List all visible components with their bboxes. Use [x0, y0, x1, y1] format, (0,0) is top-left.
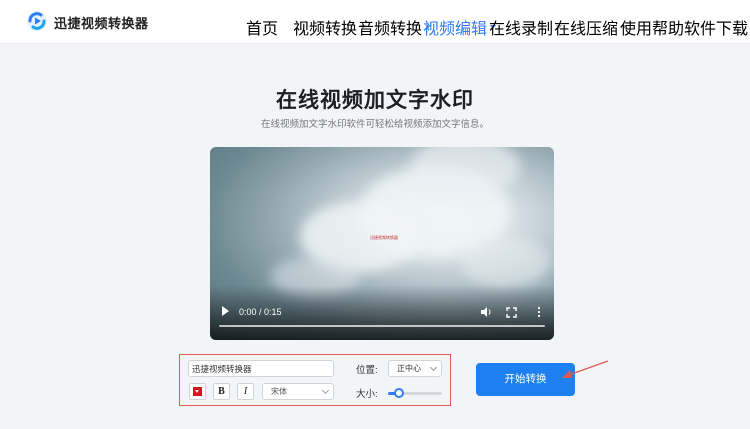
nav-video-convert[interactable]: 视频转换	[293, 15, 367, 39]
font-family-select[interactable]: 宋体	[262, 383, 334, 400]
nav-download[interactable]: 软件下载	[684, 15, 748, 39]
font-family-value: 宋体	[271, 387, 287, 396]
pointer-arrow-icon	[562, 360, 609, 378]
more-options-icon[interactable]	[536, 306, 542, 318]
fullscreen-icon[interactable]	[506, 307, 517, 318]
nav-home[interactable]: 首页	[246, 15, 278, 39]
page-subtitle: 在线视频加文字水印软件可轻松给视频添加文字信息。	[260, 119, 489, 130]
position-value: 正中心	[397, 364, 421, 373]
size-label: 大小:	[356, 389, 378, 400]
italic-button[interactable]: I	[237, 383, 254, 400]
watermark-settings-panel: B I 宋体 位置: 正中心 大小:	[179, 354, 451, 406]
page-title: 在线视频加文字水印	[276, 89, 474, 112]
video-progress-bar[interactable]	[219, 325, 545, 327]
watermark-preview-text: 迅捷视频转换器	[370, 235, 398, 240]
chevron-down-icon	[321, 386, 330, 395]
nav-video-edit[interactable]: 视频编辑	[423, 15, 497, 39]
position-select[interactable]: 正中心	[388, 360, 442, 377]
font-color-button[interactable]	[189, 383, 206, 400]
size-slider-handle[interactable]	[393, 388, 404, 398]
position-label: 位置:	[356, 365, 378, 376]
top-navbar: 迅捷视频转换器 首页 视频转换 音频转换 视频编辑 在线录制 在线压缩 使用帮助…	[0, 0, 750, 44]
app-logo-icon[interactable]	[26, 10, 48, 32]
video-time: 0:00 / 0:15	[239, 307, 282, 317]
bold-button[interactable]: B	[213, 383, 230, 400]
nav-online-record[interactable]: 在线录制	[489, 15, 563, 39]
color-swatch	[193, 387, 202, 396]
play-icon[interactable]	[222, 306, 229, 316]
nav-help[interactable]: 使用帮助	[620, 15, 684, 39]
nav-audio-convert[interactable]: 音频转换	[358, 15, 432, 39]
volume-icon[interactable]	[480, 306, 492, 318]
nav-online-compress[interactable]: 在线压缩	[554, 15, 628, 39]
brand-name[interactable]: 迅捷视频转换器	[54, 13, 149, 32]
video-player[interactable]: 迅捷视频转换器 0:00 / 0:15	[210, 147, 554, 340]
watermark-text-input[interactable]	[188, 360, 334, 377]
chevron-down-icon	[429, 363, 438, 372]
cloud-shape	[460, 237, 550, 287]
